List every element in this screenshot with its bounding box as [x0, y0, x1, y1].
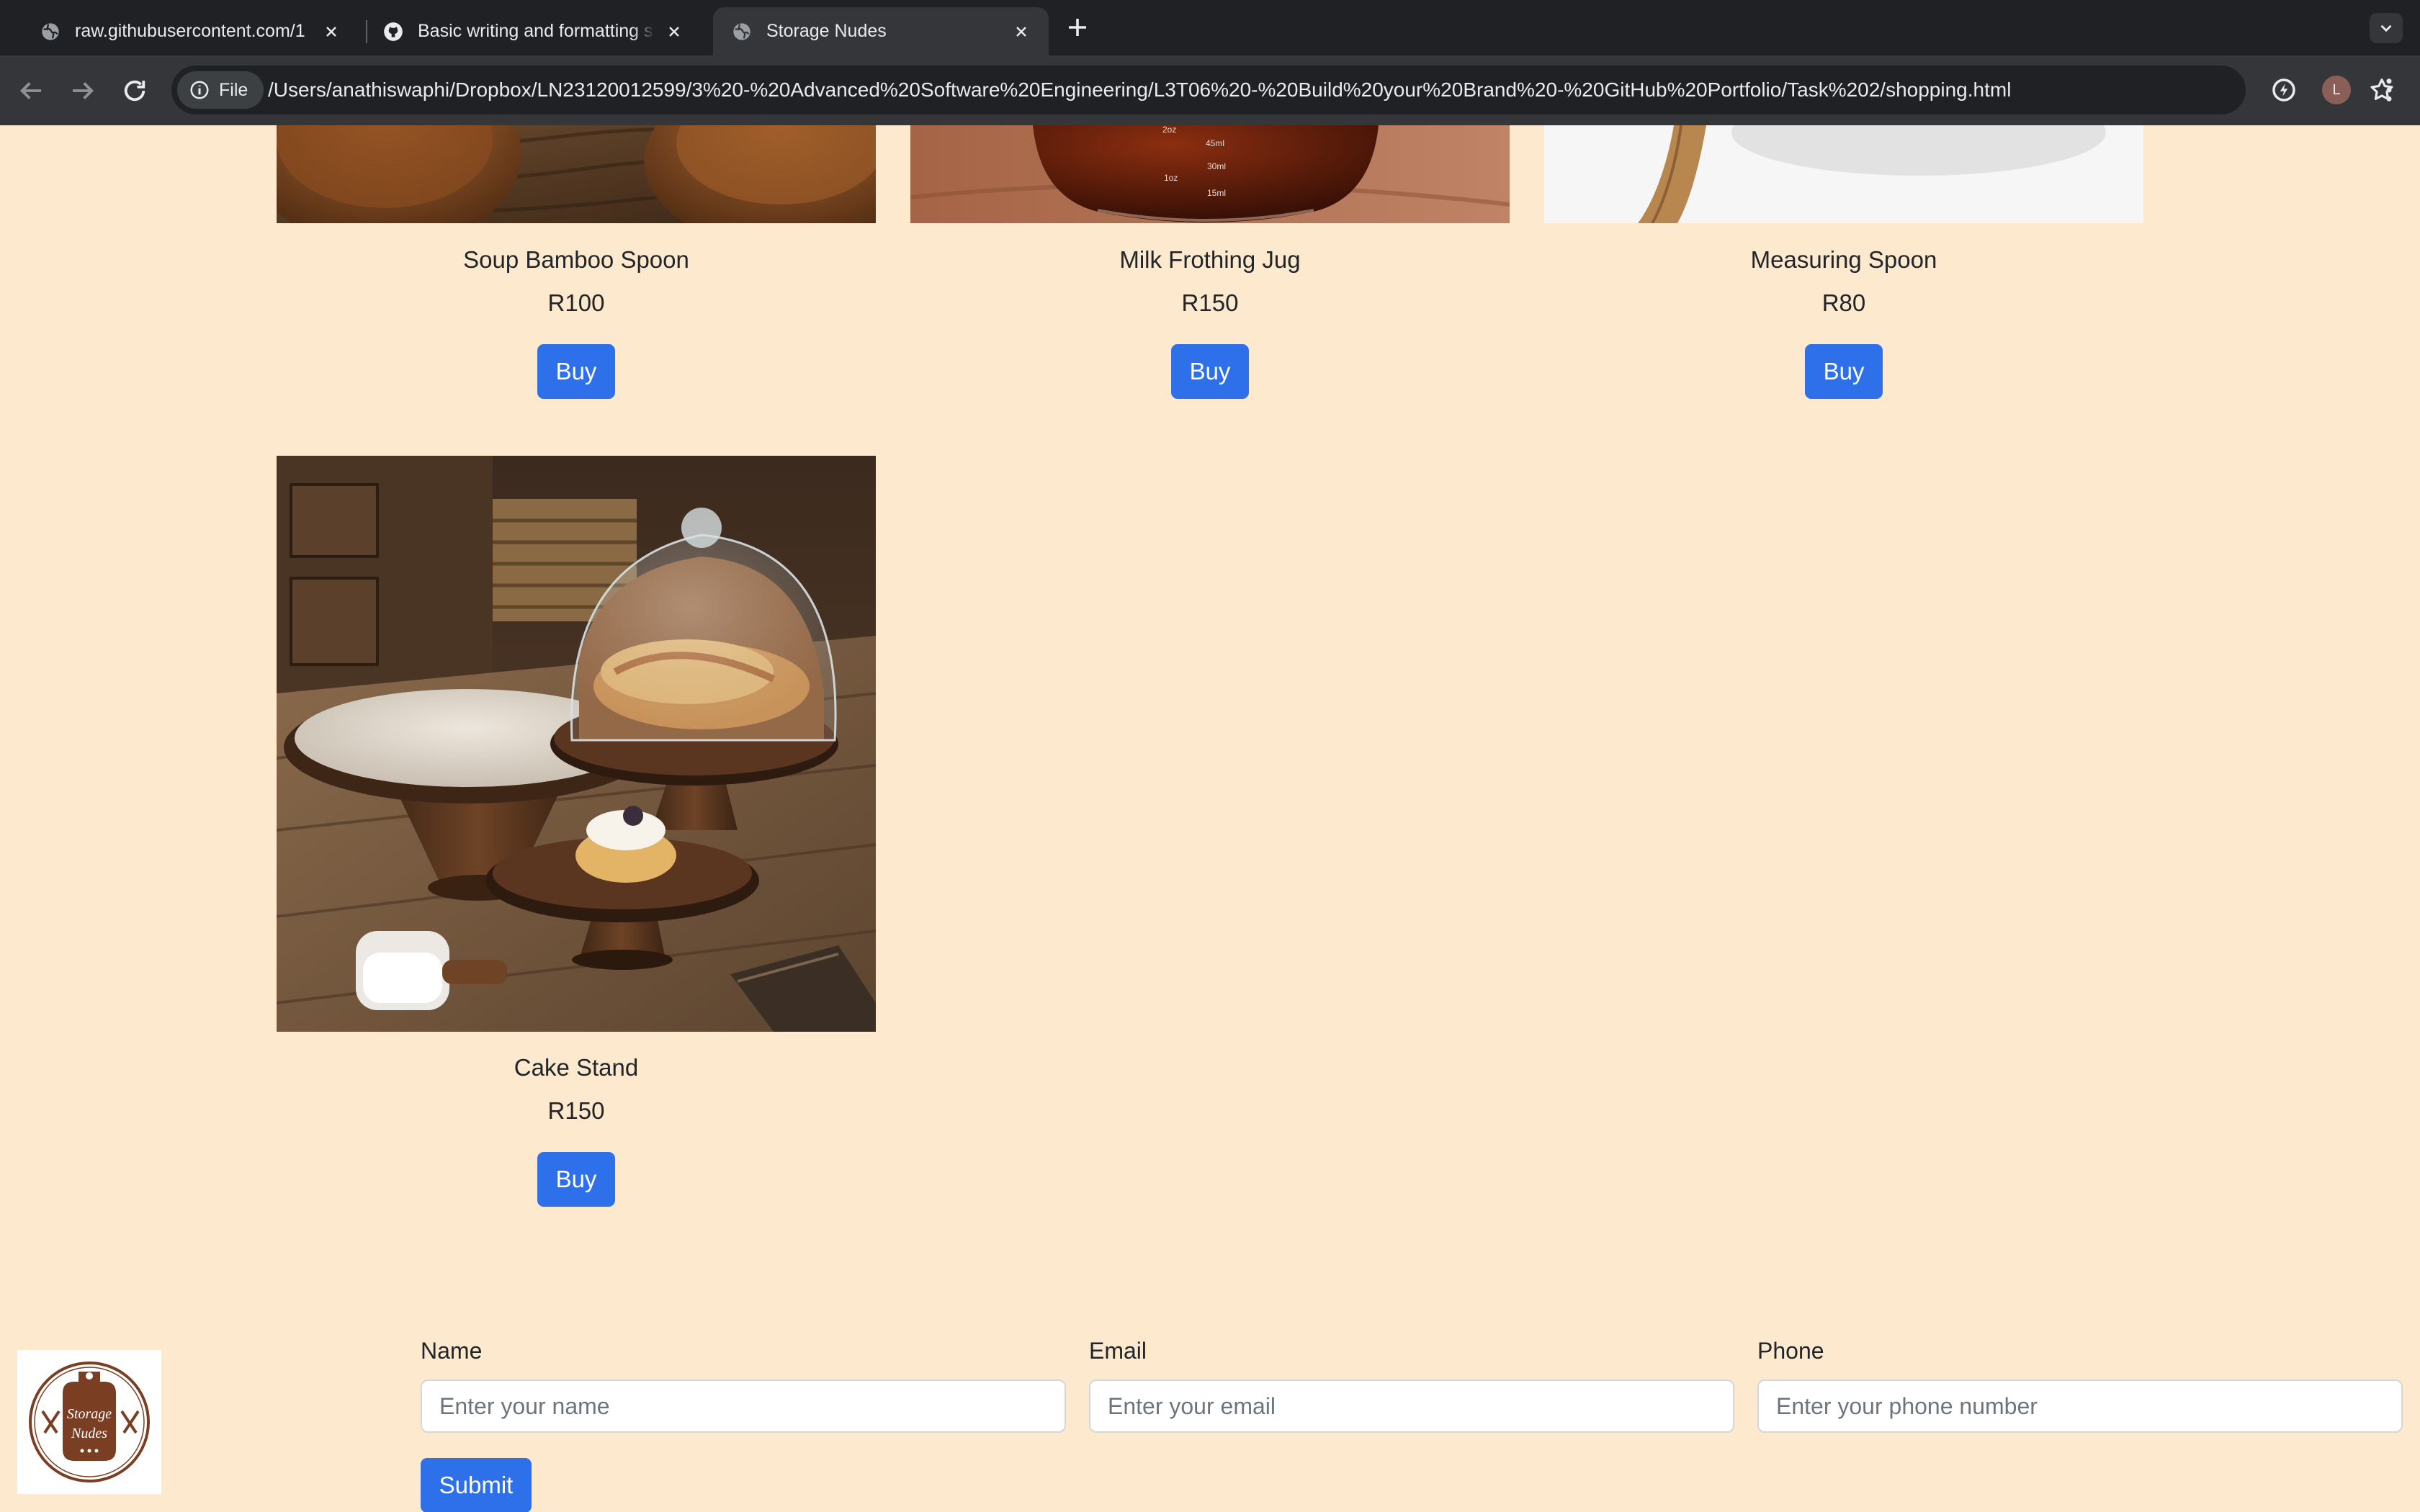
buy-button-measuring-spoon[interactable]: Buy: [1805, 344, 1883, 399]
product-price: R100: [547, 289, 605, 316]
submit-button[interactable]: Submit: [421, 1458, 532, 1512]
tab-title: Storage Nudes: [766, 21, 887, 41]
globe-icon: [42, 22, 59, 40]
info-icon: [190, 81, 209, 99]
product-price: R150: [547, 1097, 605, 1124]
tab-strip: raw.githubusercontent.com/1 Basic writin…: [0, 0, 2420, 55]
jug-marking-text: 15ml: [1207, 188, 1227, 198]
product-name: Soup Bamboo Spoon: [463, 246, 689, 273]
logo-emblem: Storage Nudes: [29, 1362, 150, 1482]
github-icon: [384, 22, 403, 41]
product-image-measuring-spoon: [1544, 125, 2143, 223]
reload-icon[interactable]: [120, 76, 150, 106]
close-tab-icon[interactable]: [666, 23, 683, 40]
profile-avatar[interactable]: L: [2322, 76, 2351, 104]
product-price: R150: [1181, 289, 1239, 316]
forward-arrow-icon[interactable]: [68, 76, 98, 106]
globe-icon: [733, 22, 750, 40]
phone-field[interactable]: [1757, 1380, 2403, 1433]
new-tab-plus-icon[interactable]: [1065, 14, 1090, 40]
close-tab-icon[interactable]: [323, 23, 340, 40]
jug-marking-text: 2oz: [1162, 125, 1177, 135]
jug-marking-text: 30ml: [1207, 161, 1227, 171]
tab-title: Basic writing and formatting s: [418, 21, 653, 41]
chevron-down-icon: [2380, 24, 2392, 32]
product-image-soup-bamboo-spoon: [277, 125, 876, 223]
more-menu-icon[interactable]: [2374, 75, 2404, 105]
buy-button-milk-frothing-jug[interactable]: Buy: [1171, 344, 1249, 399]
address-bar[interactable]: File /Users/anathiswaphi/Dropbox/LN23120…: [171, 66, 2393, 114]
buy-button-soup-bamboo-spoon[interactable]: Buy: [537, 344, 615, 399]
performance-icon[interactable]: [2269, 75, 2299, 105]
buy-button-cake-stand[interactable]: Buy: [537, 1152, 615, 1207]
product-image-milk-frothing-jug: 2oz 45ml 30ml 1oz 15ml: [910, 125, 1510, 223]
tab-search-button[interactable]: [2370, 13, 2403, 43]
tab-basic-writing-formatting[interactable]: Basic writing and formatting s: [364, 7, 702, 55]
browser-toolbar: File /Users/anathiswaphi/Dropbox/LN23120…: [0, 55, 2420, 125]
product-name: Cake Stand: [514, 1054, 639, 1081]
product-name: Measuring Spoon: [1750, 246, 1937, 273]
product-image-cake-stand: [277, 456, 876, 1032]
name-label: Name: [421, 1338, 483, 1364]
storage-nudes-logo: Storage Nudes: [17, 1350, 161, 1494]
name-field[interactable]: [421, 1380, 1066, 1433]
site-info-label: File: [219, 79, 248, 100]
logo-text-line1: Storage: [67, 1406, 112, 1422]
email-label: Email: [1089, 1338, 1147, 1364]
tab-storage-nudes[interactable]: Storage Nudes: [713, 7, 1049, 55]
jug-marking-text: 1oz: [1164, 173, 1178, 183]
shopping-page: 2oz 45ml 30ml 1oz 15ml Soup Bamboo Spoon…: [0, 125, 2420, 1512]
close-tab-icon[interactable]: [1013, 23, 1030, 40]
logo-text-line2: Nudes: [71, 1426, 107, 1441]
back-arrow-icon[interactable]: [16, 76, 46, 106]
site-info-chip[interactable]: File: [177, 71, 264, 109]
tab-title: raw.githubusercontent.com/1: [75, 21, 305, 41]
tab-raw-githubusercontent[interactable]: raw.githubusercontent.com/1: [22, 7, 359, 55]
phone-label: Phone: [1757, 1338, 1824, 1364]
email-field[interactable]: [1089, 1380, 1734, 1433]
address-url[interactable]: /Users/anathiswaphi/Dropbox/LN2312001259…: [268, 66, 2011, 114]
jug-marking-text: 45ml: [1206, 138, 1225, 148]
product-price: R80: [1821, 289, 1866, 316]
product-name: Milk Frothing Jug: [1119, 246, 1301, 273]
